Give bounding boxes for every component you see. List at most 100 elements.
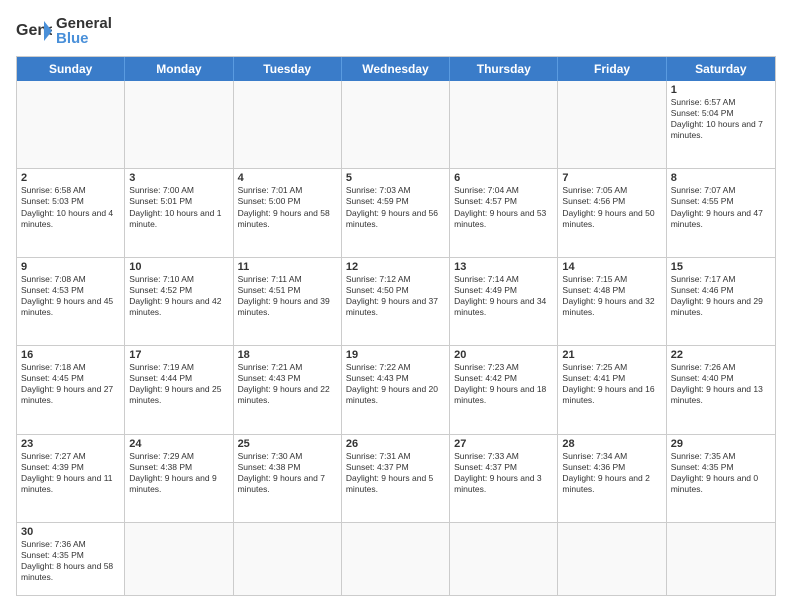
day-number: 18 bbox=[238, 349, 337, 361]
calendar-cell: 16Sunrise: 7:18 AM Sunset: 4:45 PM Dayli… bbox=[17, 346, 125, 433]
weekday-header: Thursday bbox=[450, 57, 558, 81]
day-info: Sunrise: 7:35 AM Sunset: 4:35 PM Dayligh… bbox=[671, 451, 771, 495]
calendar-cell: 9Sunrise: 7:08 AM Sunset: 4:53 PM Daylig… bbox=[17, 258, 125, 345]
day-number: 29 bbox=[671, 438, 771, 450]
calendar-cell bbox=[450, 81, 558, 168]
day-info: Sunrise: 7:03 AM Sunset: 4:59 PM Dayligh… bbox=[346, 185, 445, 229]
day-number: 11 bbox=[238, 261, 337, 273]
logo: General General Blue bbox=[16, 16, 112, 46]
calendar-cell: 19Sunrise: 7:22 AM Sunset: 4:43 PM Dayli… bbox=[342, 346, 450, 433]
weekday-header: Monday bbox=[125, 57, 233, 81]
calendar-row: 23Sunrise: 7:27 AM Sunset: 4:39 PM Dayli… bbox=[17, 435, 775, 523]
calendar-cell bbox=[234, 81, 342, 168]
calendar-cell: 18Sunrise: 7:21 AM Sunset: 4:43 PM Dayli… bbox=[234, 346, 342, 433]
calendar-cell bbox=[558, 523, 666, 595]
day-number: 21 bbox=[562, 349, 661, 361]
day-number: 12 bbox=[346, 261, 445, 273]
calendar-cell: 10Sunrise: 7:10 AM Sunset: 4:52 PM Dayli… bbox=[125, 258, 233, 345]
calendar-cell: 17Sunrise: 7:19 AM Sunset: 4:44 PM Dayli… bbox=[125, 346, 233, 433]
calendar-cell: 27Sunrise: 7:33 AM Sunset: 4:37 PM Dayli… bbox=[450, 435, 558, 522]
calendar-cell: 29Sunrise: 7:35 AM Sunset: 4:35 PM Dayli… bbox=[667, 435, 775, 522]
logo-general: General bbox=[56, 16, 112, 31]
day-info: Sunrise: 6:58 AM Sunset: 5:03 PM Dayligh… bbox=[21, 185, 120, 229]
calendar: SundayMondayTuesdayWednesdayThursdayFrid… bbox=[16, 56, 776, 596]
calendar-cell: 24Sunrise: 7:29 AM Sunset: 4:38 PM Dayli… bbox=[125, 435, 233, 522]
day-info: Sunrise: 7:10 AM Sunset: 4:52 PM Dayligh… bbox=[129, 274, 228, 318]
calendar-cell bbox=[125, 523, 233, 595]
calendar-cell: 13Sunrise: 7:14 AM Sunset: 4:49 PM Dayli… bbox=[450, 258, 558, 345]
day-info: Sunrise: 7:23 AM Sunset: 4:42 PM Dayligh… bbox=[454, 362, 553, 406]
calendar-cell: 30Sunrise: 7:36 AM Sunset: 4:35 PM Dayli… bbox=[17, 523, 125, 595]
calendar-cell bbox=[234, 523, 342, 595]
calendar-cell bbox=[667, 523, 775, 595]
day-info: Sunrise: 7:15 AM Sunset: 4:48 PM Dayligh… bbox=[562, 274, 661, 318]
calendar-row: 2Sunrise: 6:58 AM Sunset: 5:03 PM Daylig… bbox=[17, 169, 775, 257]
day-number: 17 bbox=[129, 349, 228, 361]
day-info: Sunrise: 7:07 AM Sunset: 4:55 PM Dayligh… bbox=[671, 185, 771, 229]
day-number: 26 bbox=[346, 438, 445, 450]
weekday-header: Saturday bbox=[667, 57, 775, 81]
calendar-row: 30Sunrise: 7:36 AM Sunset: 4:35 PM Dayli… bbox=[17, 523, 775, 595]
day-number: 28 bbox=[562, 438, 661, 450]
day-number: 1 bbox=[671, 84, 771, 96]
day-info: Sunrise: 7:11 AM Sunset: 4:51 PM Dayligh… bbox=[238, 274, 337, 318]
day-info: Sunrise: 6:57 AM Sunset: 5:04 PM Dayligh… bbox=[671, 97, 771, 141]
calendar-cell: 28Sunrise: 7:34 AM Sunset: 4:36 PM Dayli… bbox=[558, 435, 666, 522]
weekday-header: Sunday bbox=[17, 57, 125, 81]
calendar-row: 9Sunrise: 7:08 AM Sunset: 4:53 PM Daylig… bbox=[17, 258, 775, 346]
weekday-header: Tuesday bbox=[234, 57, 342, 81]
calendar-cell: 8Sunrise: 7:07 AM Sunset: 4:55 PM Daylig… bbox=[667, 169, 775, 256]
calendar-cell: 23Sunrise: 7:27 AM Sunset: 4:39 PM Dayli… bbox=[17, 435, 125, 522]
day-number: 27 bbox=[454, 438, 553, 450]
calendar-cell: 20Sunrise: 7:23 AM Sunset: 4:42 PM Dayli… bbox=[450, 346, 558, 433]
day-info: Sunrise: 7:21 AM Sunset: 4:43 PM Dayligh… bbox=[238, 362, 337, 406]
day-number: 22 bbox=[671, 349, 771, 361]
weekday-header: Friday bbox=[558, 57, 666, 81]
calendar-cell bbox=[342, 523, 450, 595]
day-info: Sunrise: 7:17 AM Sunset: 4:46 PM Dayligh… bbox=[671, 274, 771, 318]
day-number: 6 bbox=[454, 172, 553, 184]
day-number: 16 bbox=[21, 349, 120, 361]
day-info: Sunrise: 7:29 AM Sunset: 4:38 PM Dayligh… bbox=[129, 451, 228, 495]
calendar-cell bbox=[450, 523, 558, 595]
calendar-row: 16Sunrise: 7:18 AM Sunset: 4:45 PM Dayli… bbox=[17, 346, 775, 434]
day-number: 24 bbox=[129, 438, 228, 450]
calendar-cell: 14Sunrise: 7:15 AM Sunset: 4:48 PM Dayli… bbox=[558, 258, 666, 345]
calendar-cell bbox=[558, 81, 666, 168]
calendar-cell: 5Sunrise: 7:03 AM Sunset: 4:59 PM Daylig… bbox=[342, 169, 450, 256]
calendar-cell: 26Sunrise: 7:31 AM Sunset: 4:37 PM Dayli… bbox=[342, 435, 450, 522]
header: General General Blue bbox=[16, 16, 776, 46]
day-info: Sunrise: 7:18 AM Sunset: 4:45 PM Dayligh… bbox=[21, 362, 120, 406]
weekday-header: Wednesday bbox=[342, 57, 450, 81]
day-number: 5 bbox=[346, 172, 445, 184]
calendar-cell bbox=[342, 81, 450, 168]
day-number: 30 bbox=[21, 526, 120, 538]
day-number: 14 bbox=[562, 261, 661, 273]
day-info: Sunrise: 7:19 AM Sunset: 4:44 PM Dayligh… bbox=[129, 362, 228, 406]
calendar-cell: 25Sunrise: 7:30 AM Sunset: 4:38 PM Dayli… bbox=[234, 435, 342, 522]
calendar-cell bbox=[17, 81, 125, 168]
day-info: Sunrise: 7:26 AM Sunset: 4:40 PM Dayligh… bbox=[671, 362, 771, 406]
day-info: Sunrise: 7:05 AM Sunset: 4:56 PM Dayligh… bbox=[562, 185, 661, 229]
day-info: Sunrise: 7:12 AM Sunset: 4:50 PM Dayligh… bbox=[346, 274, 445, 318]
day-info: Sunrise: 7:31 AM Sunset: 4:37 PM Dayligh… bbox=[346, 451, 445, 495]
day-info: Sunrise: 7:04 AM Sunset: 4:57 PM Dayligh… bbox=[454, 185, 553, 229]
calendar-cell: 7Sunrise: 7:05 AM Sunset: 4:56 PM Daylig… bbox=[558, 169, 666, 256]
day-number: 2 bbox=[21, 172, 120, 184]
calendar-cell: 12Sunrise: 7:12 AM Sunset: 4:50 PM Dayli… bbox=[342, 258, 450, 345]
day-info: Sunrise: 7:00 AM Sunset: 5:01 PM Dayligh… bbox=[129, 185, 228, 229]
page: General General Blue SundayMondayTuesday… bbox=[0, 0, 792, 612]
day-number: 4 bbox=[238, 172, 337, 184]
calendar-cell: 4Sunrise: 7:01 AM Sunset: 5:00 PM Daylig… bbox=[234, 169, 342, 256]
day-number: 13 bbox=[454, 261, 553, 273]
calendar-cell: 22Sunrise: 7:26 AM Sunset: 4:40 PM Dayli… bbox=[667, 346, 775, 433]
day-info: Sunrise: 7:22 AM Sunset: 4:43 PM Dayligh… bbox=[346, 362, 445, 406]
day-number: 19 bbox=[346, 349, 445, 361]
day-number: 8 bbox=[671, 172, 771, 184]
day-info: Sunrise: 7:14 AM Sunset: 4:49 PM Dayligh… bbox=[454, 274, 553, 318]
day-number: 3 bbox=[129, 172, 228, 184]
day-info: Sunrise: 7:08 AM Sunset: 4:53 PM Dayligh… bbox=[21, 274, 120, 318]
calendar-cell: 15Sunrise: 7:17 AM Sunset: 4:46 PM Dayli… bbox=[667, 258, 775, 345]
calendar-row: 1Sunrise: 6:57 AM Sunset: 5:04 PM Daylig… bbox=[17, 81, 775, 169]
day-number: 23 bbox=[21, 438, 120, 450]
